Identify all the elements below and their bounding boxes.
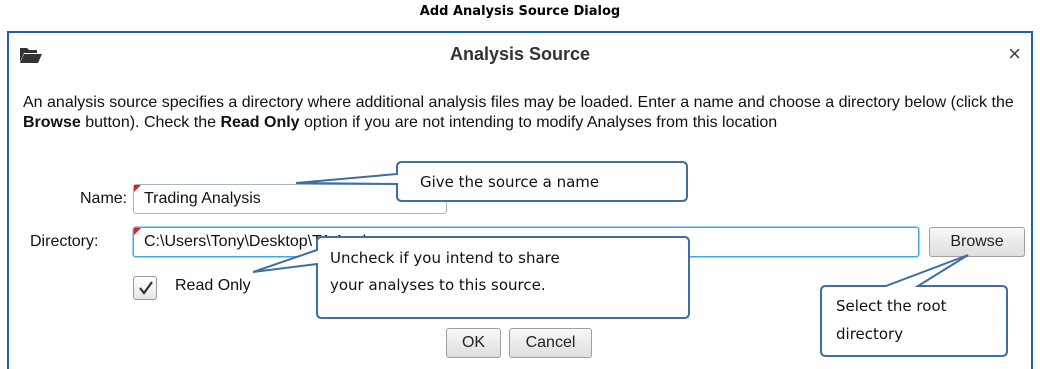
description-text: An analysis source specifies a directory… <box>23 94 1014 111</box>
name-field[interactable]: Trading Analysis <box>133 184 447 214</box>
description-readonly-emphasis: Read Only <box>220 114 300 131</box>
browse-button[interactable]: Browse <box>929 227 1025 257</box>
dialog-titlebar[interactable]: Analysis Source × <box>9 33 1031 79</box>
close-icon[interactable]: × <box>1008 41 1021 67</box>
name-field-value: Trading Analysis <box>144 190 261 207</box>
check-icon <box>139 281 153 295</box>
figure-caption: Add Analysis Source Dialog <box>419 4 621 19</box>
ok-button[interactable]: OK <box>446 328 501 358</box>
directory-label: Directory: <box>30 233 99 250</box>
readonly-label[interactable]: Read Only <box>175 277 251 295</box>
description-text: button). Check the <box>80 114 221 131</box>
directory-field[interactable]: C:\Users\Tony\Desktop\TA Analyses <box>133 227 919 257</box>
cancel-button[interactable]: Cancel <box>509 328 592 358</box>
required-marker <box>134 228 141 235</box>
name-label: Name: <box>80 190 128 207</box>
required-marker <box>134 185 141 192</box>
description-text: option if you are not intending to modif… <box>299 114 778 131</box>
directory-field-value: C:\Users\Tony\Desktop\TA Analyses <box>144 233 399 250</box>
analysis-source-dialog: Analysis Source × An analysis source spe… <box>7 31 1033 369</box>
dialog-title: Analysis Source <box>449 44 591 64</box>
description-browse-emphasis: Browse <box>23 114 81 131</box>
dialog-description: An analysis source specifies a directory… <box>23 93 1023 133</box>
readonly-checkbox[interactable] <box>133 276 157 300</box>
